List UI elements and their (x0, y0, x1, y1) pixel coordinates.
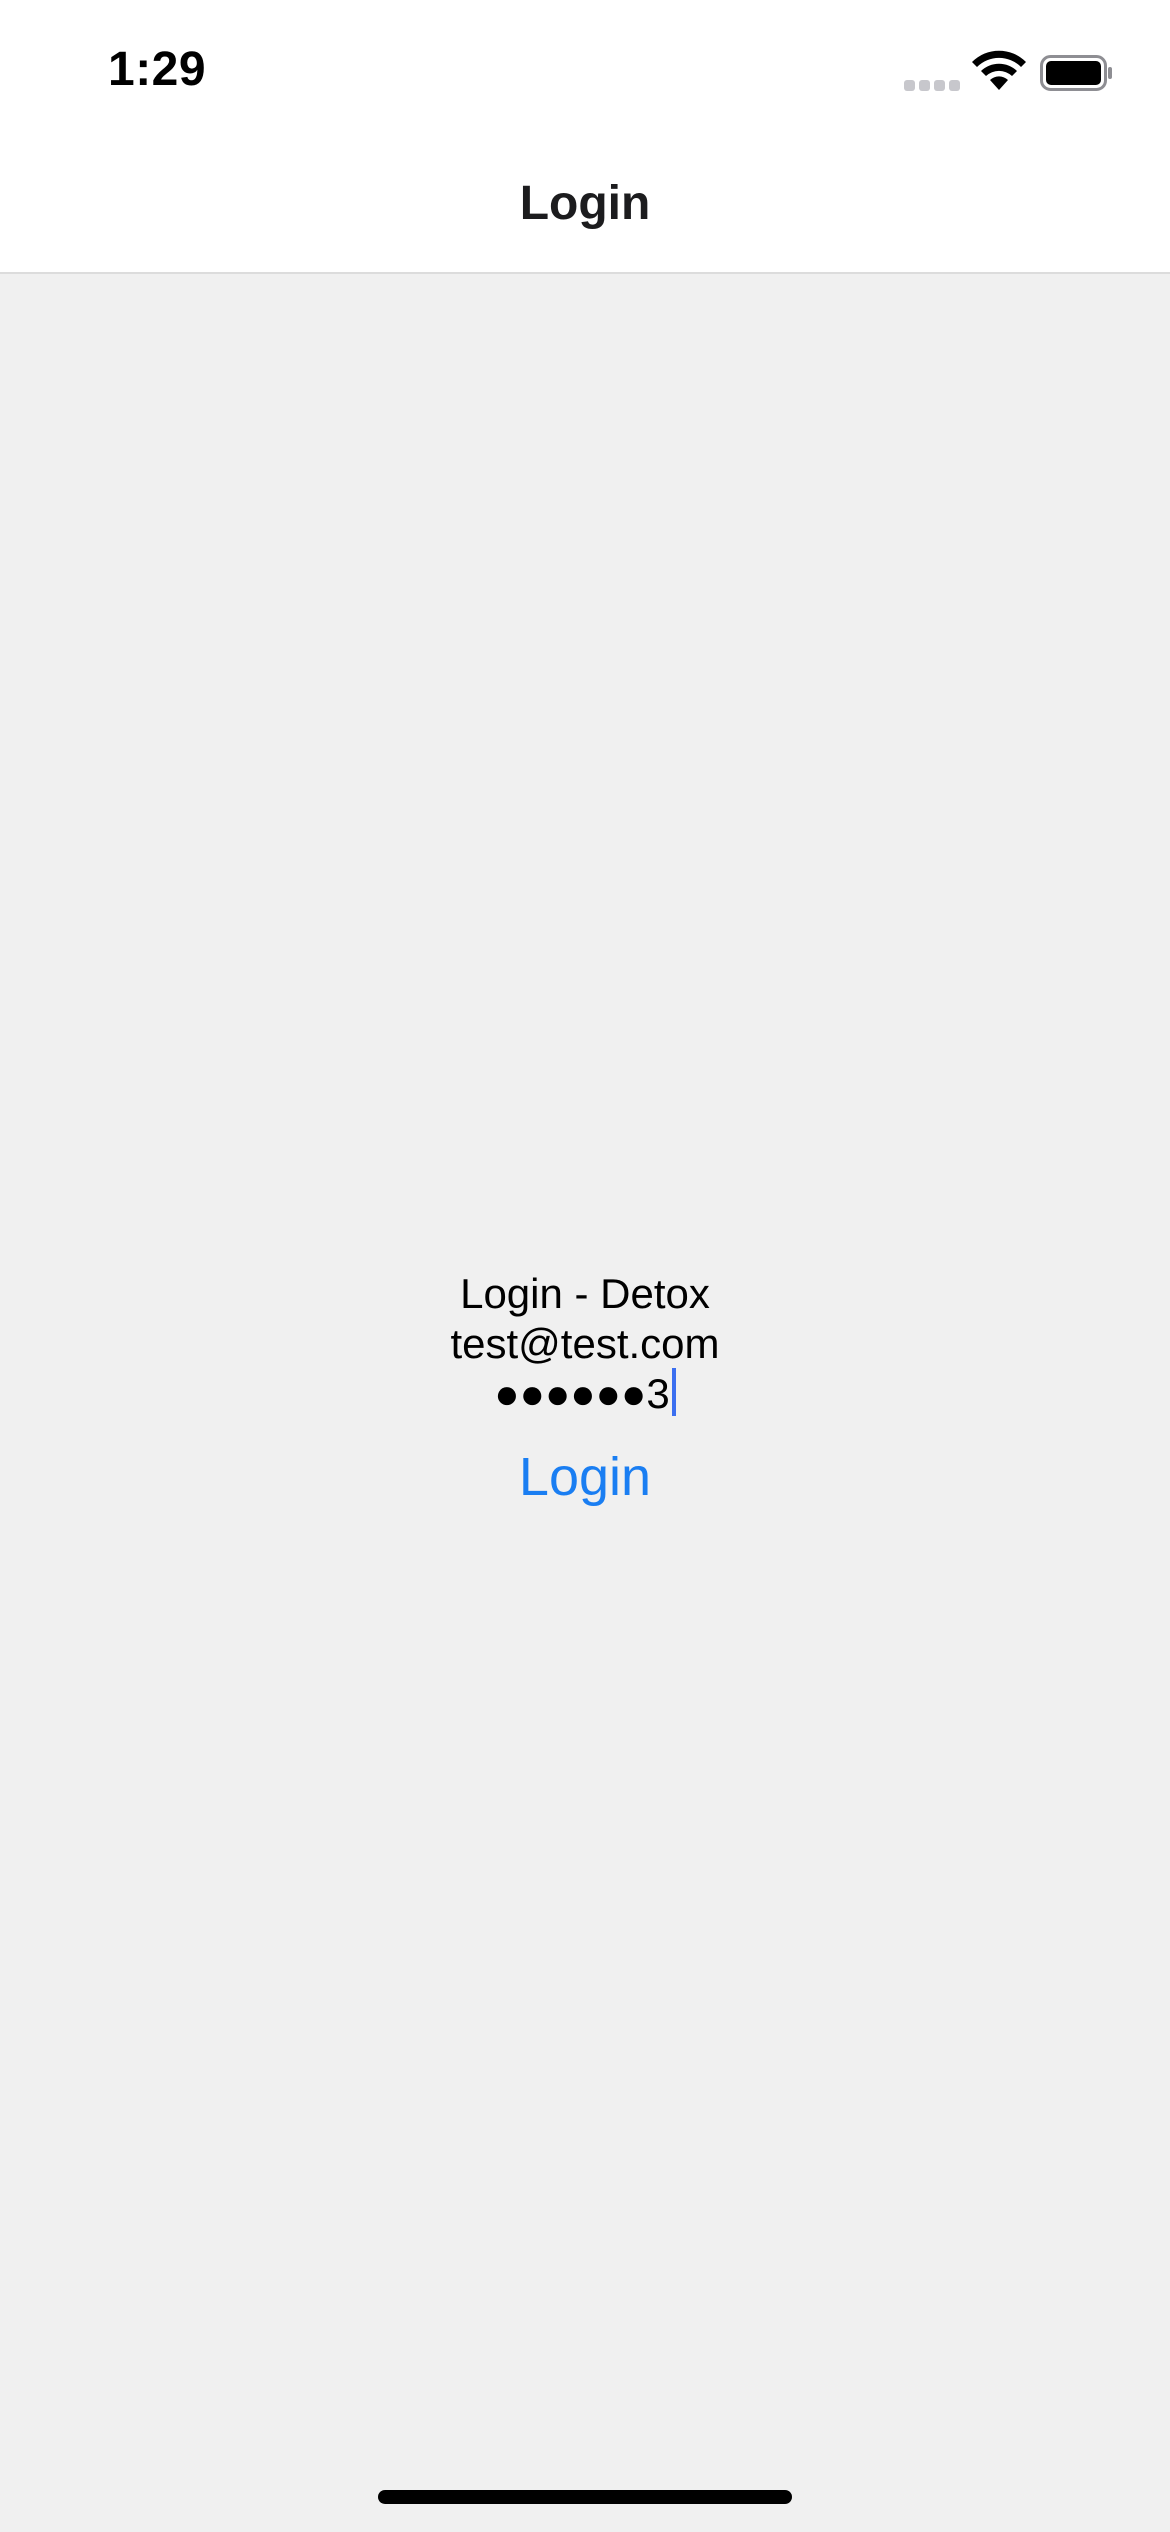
login-caption: Login - Detox (460, 1270, 710, 1317)
password-masked-text: ●●●●●● (494, 1370, 647, 1417)
navigation-bar: Login (0, 140, 1170, 274)
wifi-icon (972, 50, 1026, 90)
password-field[interactable]: ●●●●●●3 (385, 1368, 785, 1420)
status-bar: 1:29 (0, 0, 1170, 140)
email-field[interactable] (385, 1318, 785, 1370)
text-cursor (671, 1368, 676, 1416)
page-title: Login (519, 177, 651, 230)
password-last-char: 3 (646, 1370, 670, 1417)
status-time: 1:29 (108, 43, 207, 96)
battery-icon (1040, 55, 1112, 91)
login-button[interactable]: Login (435, 1442, 735, 1512)
cellular-signal-icon (904, 80, 960, 92)
home-indicator[interactable] (378, 2490, 792, 2504)
